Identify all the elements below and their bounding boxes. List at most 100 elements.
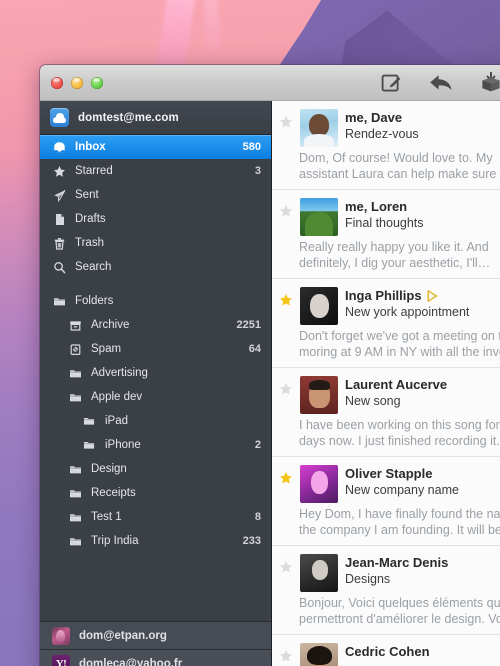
account-label: dom@etpan.org [79, 629, 167, 642]
sidebar-item-count: 2 [254, 439, 261, 451]
mail-window: domtest@me.com Inbox 580 Starred 3 Sent … [40, 65, 500, 666]
message-row[interactable]: me, Loren Final thoughts Really really h… [272, 190, 500, 279]
sidebar-item-folders[interactable]: Folders [40, 289, 271, 313]
sidebar-item-label: iPad [105, 415, 129, 427]
message-row[interactable]: Oliver Stapple New company name Hey Dom,… [272, 457, 500, 546]
folder-icon [68, 462, 82, 476]
sidebar-item-ipad[interactable]: iPad [40, 409, 271, 433]
star-icon[interactable] [278, 649, 293, 663]
sidebar-item-iphone[interactable]: iPhone 2 [40, 433, 271, 457]
star-icon[interactable] [278, 382, 293, 396]
sidebar-item-archive[interactable]: Archive 2251 [40, 313, 271, 337]
folder-icon [68, 390, 82, 404]
account-row-etpan[interactable]: dom@etpan.org [40, 621, 271, 649]
window-controls [51, 76, 103, 89]
account-label: domleca@yahoo.fr [79, 657, 183, 666]
message-sender: me, Dave [345, 110, 403, 125]
reply-arrow-icon [430, 74, 452, 90]
window-body: domtest@me.com Inbox 580 Starred 3 Sent … [40, 101, 500, 666]
minimize-button[interactable] [71, 76, 83, 89]
avatar [300, 554, 338, 592]
folder-icon [68, 486, 82, 500]
star-icon [52, 164, 66, 178]
avatar [52, 626, 70, 645]
sidebar-item-inbox[interactable]: Inbox 580 [40, 135, 271, 159]
message-sender: Laurent Aucerve [345, 377, 448, 392]
sidebar-item-label: Trip India [91, 535, 139, 547]
sidebar-item-test-1[interactable]: Test 1 8 [40, 505, 271, 529]
message-list[interactable]: me, Dave Rendez-vous Dom, Of course! Wou… [272, 101, 500, 666]
reply-button[interactable] [428, 71, 454, 95]
trash-icon [52, 236, 66, 250]
search-icon [52, 260, 66, 274]
message-snippet: Bonjour, Voici quelques éléments qui per… [299, 596, 500, 626]
message-row[interactable]: Cedric Cohen [272, 635, 500, 666]
folder-icon [52, 294, 66, 308]
send-icon [52, 188, 66, 202]
account-row-yahoo[interactable]: Y! domleca@yahoo.fr [40, 649, 271, 666]
message-row[interactable]: me, Dave Rendez-vous Dom, Of course! Wou… [272, 101, 500, 190]
sidebar-item-count: 3 [254, 165, 261, 177]
sidebar-item-advertising[interactable]: Advertising [40, 361, 271, 385]
star-icon[interactable] [278, 115, 293, 129]
sidebar-item-count: 8 [254, 511, 261, 523]
account-switcher: dom@etpan.org Y! domleca@yahoo.fr [40, 621, 271, 666]
avatar [300, 376, 338, 414]
message-subject: New song [345, 394, 401, 408]
draft-icon [52, 212, 66, 226]
compose-icon [381, 74, 400, 92]
message-sender-text: Inga Phillips [345, 288, 422, 303]
star-icon[interactable] [278, 560, 293, 574]
message-row[interactable]: Laurent Aucerve New song I have been wor… [272, 368, 500, 457]
sidebar-item-starred[interactable]: Starred 3 [40, 159, 271, 183]
sidebar-item-label: iPhone [105, 439, 141, 451]
window-titlebar [40, 65, 500, 101]
sidebar-item-label: Folders [75, 295, 114, 307]
sidebar-item-label: Design [91, 463, 127, 475]
sidebar-item-apple-dev[interactable]: Apple dev [40, 385, 271, 409]
sidebar-item-design[interactable]: Design [40, 457, 271, 481]
sidebar-item-trip-india[interactable]: Trip India 233 [40, 529, 271, 553]
message-subject: New company name [345, 483, 459, 497]
zoom-button[interactable] [91, 76, 103, 89]
account-header-label: domtest@me.com [78, 111, 179, 124]
avatar [300, 198, 338, 236]
sidebar-item-spam[interactable]: Spam 64 [40, 337, 271, 361]
message-subject: Final thoughts [345, 216, 424, 230]
folder-icon [68, 510, 82, 524]
sidebar-item-search[interactable]: Search [40, 255, 271, 279]
yahoo-icon: Y! [52, 654, 70, 666]
message-subject: New york appointment [345, 305, 470, 319]
message-subject: Designs [345, 572, 391, 586]
sidebar-item-label: Test 1 [91, 511, 122, 523]
message-row[interactable]: Inga Phillips New york appointment Don't… [272, 279, 500, 368]
sidebar-item-drafts[interactable]: Drafts [40, 207, 271, 231]
sidebar-item-label: Advertising [91, 367, 148, 379]
archive-button[interactable] [478, 71, 500, 95]
folder-icon [68, 534, 82, 548]
sidebar: domtest@me.com Inbox 580 Starred 3 Sent … [40, 101, 272, 666]
spam-icon [68, 342, 82, 356]
star-icon[interactable] [278, 293, 293, 307]
sidebar-item-label: Apple dev [91, 391, 143, 403]
compose-button[interactable] [378, 71, 404, 95]
sidebar-item-receipts[interactable]: Receipts [40, 481, 271, 505]
account-header[interactable]: domtest@me.com [40, 101, 271, 135]
sidebar-item-label: Search [75, 261, 112, 273]
folder-icon [82, 414, 96, 428]
sidebar-item-trash[interactable]: Trash [40, 231, 271, 255]
star-icon[interactable] [278, 204, 293, 218]
folder-icon [68, 366, 82, 380]
message-row[interactable]: Jean-Marc Denis Designs Bonjour, Voici q… [272, 546, 500, 635]
message-snippet: Really really happy you like it. And def… [299, 240, 493, 270]
close-button[interactable] [51, 76, 63, 89]
message-snippet: I have been working on this song for a d… [299, 418, 500, 448]
icloud-icon [50, 108, 69, 127]
folder-icon [82, 438, 96, 452]
sidebar-item-sent[interactable]: Sent [40, 183, 271, 207]
avatar [300, 643, 338, 666]
star-icon[interactable] [278, 471, 293, 485]
sidebar-item-count: 2251 [236, 319, 261, 331]
avatar [300, 287, 338, 325]
inbox-icon [52, 140, 66, 154]
